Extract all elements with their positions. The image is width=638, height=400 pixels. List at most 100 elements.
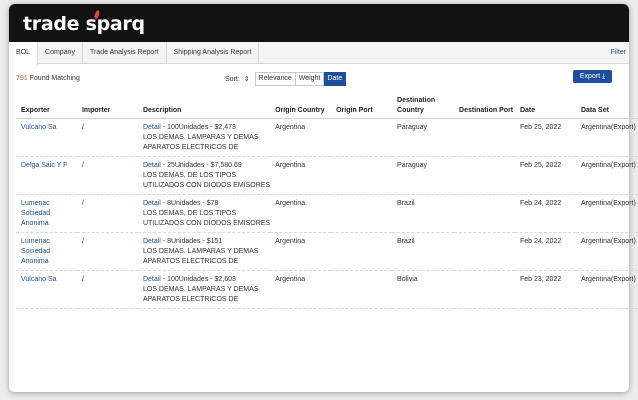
importer-cell: /	[76, 118, 138, 157]
description-cell: Detail - 100Unidades - $2,603 LOS DEMAS.…	[137, 270, 271, 309]
header-destination-country[interactable]: Destination Country	[392, 92, 455, 119]
shipment-summary: - 100Unidades - $2,473	[160, 123, 236, 131]
destination-country-cell: Brazil	[392, 194, 455, 233]
date-cell: Feb 24, 2022	[514, 194, 576, 233]
date-cell: Feb 23, 2022	[514, 270, 576, 309]
origin-country-cell: Argentina	[270, 194, 332, 233]
description-line-1: LOS DEMAS. LAMPARAS Y DEMAS	[142, 247, 259, 255]
date-cell: Feb 24, 2022	[514, 232, 576, 271]
header-description[interactable]: Description	[137, 92, 271, 119]
detail-link[interactable]: Detail	[143, 238, 161, 245]
description-cell: Detail - 8Unidades - $151 LOS DEMAS. LAM…	[137, 232, 271, 271]
description-line-2: APARATOS ELECTRICOS DE	[142, 143, 239, 151]
destination-port-cell	[454, 118, 515, 157]
origin-country-cell: Argentina	[270, 118, 332, 157]
description-line-1: LOS DEMAS. LAMPARAS Y DEMAS	[142, 133, 259, 141]
origin-port-cell	[331, 156, 393, 195]
description-line-2: UTILIZADOS CON DIODOS EMISORES	[142, 219, 271, 227]
shipment-summary: - 100Unidades - $2,603	[160, 275, 236, 283]
detail-link[interactable]: Detail	[143, 200, 161, 207]
origin-port-cell	[331, 232, 393, 271]
shipment-summary: - 8Unidades - $78	[160, 199, 219, 207]
origin-port-cell	[331, 270, 393, 309]
origin-port-cell	[331, 194, 393, 233]
description-cell: Detail - 8Unidades - $78 LOS DEMAS, DE L…	[137, 194, 271, 233]
description-line-1: LOS DEMAS. LAMPARAS Y DEMAS	[142, 285, 259, 293]
detail-link[interactable]: Detail	[143, 276, 161, 283]
destination-country-cell: Paraguay	[392, 156, 455, 195]
detail-link[interactable]: Detail	[143, 162, 161, 169]
results-count: 791 Found Matching	[16, 75, 80, 82]
destination-country-cell: Paraguay	[392, 118, 455, 157]
results-toolbar: 791 Found Matching Sort: ⇕ Relevance Wei…	[9, 70, 629, 92]
table-row: Lumenac Sociedad Anonima / Detail - 8Uni…	[16, 194, 638, 233]
results-count-number: 791	[16, 75, 28, 82]
header-data-set[interactable]: Data Set	[575, 92, 638, 119]
description-line-2: UTILIZADOS CON DIODOS EMISORES	[142, 181, 271, 189]
results-count-label: Found Matching	[29, 75, 80, 82]
description-line-1: LOS DEMAS, DE LOS TIPOS	[142, 209, 237, 217]
exporter-link[interactable]: Lumenac Sociedad Anonima	[21, 238, 50, 265]
importer-cell: /	[76, 270, 138, 309]
table-row: Vulcano Sa / Detail - 100Unidades - $2,4…	[16, 118, 638, 157]
sort-relevance-button[interactable]: Relevance	[254, 72, 296, 86]
date-cell: Feb 25, 2022	[514, 118, 576, 157]
header-destination-port[interactable]: Destination Port	[454, 92, 515, 119]
sort-label: Sort:	[225, 75, 240, 83]
sort-arrows-icon[interactable]: ⇕	[244, 75, 250, 83]
tab-bol[interactable]: BOL	[9, 42, 39, 65]
origin-country-cell: Argentina	[270, 156, 332, 195]
importer-cell: /	[76, 232, 138, 271]
dataset-cell: Argentina(Export)	[575, 156, 638, 195]
logo-text: trade sparq	[23, 13, 145, 35]
dataset-cell: Argentina(Export)	[575, 118, 638, 157]
table-row: Vulcano Sa / Detail - 100Unidades - $2,6…	[16, 270, 638, 309]
table-row: Lumenac Sociedad Anonima / Detail - 8Uni…	[16, 232, 638, 271]
dataset-cell: Argentina(Export)	[575, 194, 638, 233]
destination-country-cell: Bolivia	[392, 270, 455, 309]
date-cell: Feb 25, 2022	[514, 156, 576, 195]
destination-port-cell	[454, 232, 515, 271]
shipment-summary: - 8Unidades - $151	[160, 237, 223, 245]
shipment-summary: - 25Unidades - $7,580.69	[160, 161, 242, 169]
header-origin-country[interactable]: Origin Country	[270, 92, 332, 119]
tab-trade-analysis-report[interactable]: Trade Analysis Report	[83, 42, 167, 63]
origin-country-cell: Argentina	[270, 232, 332, 271]
dataset-cell: Argentina(Export)	[575, 232, 638, 271]
dataset-cell: Argentina(Export)	[575, 270, 638, 309]
destination-port-cell	[454, 194, 515, 233]
export-button-label: Export	[579, 73, 601, 80]
exporter-link[interactable]: Lumenac Sociedad Anonima	[21, 200, 50, 227]
header-exporter[interactable]: Exporter	[16, 92, 77, 119]
table-header-row: Exporter Importer Description Origin Cou…	[16, 92, 638, 119]
download-icon: ⤓	[602, 73, 606, 80]
tab-bar: BOL Company Trade Analysis Report Shippi…	[9, 42, 629, 65]
sort-date-button[interactable]: Date	[324, 72, 347, 86]
tradesparq-logo[interactable]: trade sparq	[23, 9, 145, 35]
description-line-1: LOS DEMAS, DE LOS TIPOS	[142, 171, 237, 179]
filter-link[interactable]: Filter	[610, 42, 626, 63]
destination-port-cell	[454, 270, 515, 309]
exporter-link[interactable]: Vulcano Sa	[21, 276, 57, 283]
exporter-link[interactable]: Delga Saic Y F	[21, 162, 67, 169]
exporter-link[interactable]: Vulcano Sa	[21, 124, 57, 131]
importer-cell: /	[76, 156, 138, 195]
sort-control: Sort: ⇕ Relevance Weight Date	[225, 72, 347, 86]
description-line-2: APARATOS ELECTRICOS DE	[142, 295, 239, 303]
header-date[interactable]: Date	[514, 92, 576, 119]
destination-country-cell: Brazil	[392, 232, 455, 271]
tab-company[interactable]: Company	[38, 42, 83, 63]
tab-shipping-analysis-report[interactable]: Shipping Analysis Report	[167, 42, 260, 63]
export-button[interactable]: Export ⤓	[573, 70, 612, 83]
top-bar: trade sparq	[9, 4, 629, 42]
description-line-2: APARATOS ELECTRICOS DE	[142, 257, 239, 265]
destination-port-cell	[454, 156, 515, 195]
sort-weight-button[interactable]: Weight	[295, 72, 325, 86]
header-importer[interactable]: Importer	[76, 92, 138, 119]
description-cell: Detail - 25Unidades - $7,580.69 LOS DEMA…	[137, 156, 271, 195]
description-cell: Detail - 100Unidades - $2,473 LOS DEMAS.…	[137, 118, 271, 157]
origin-country-cell: Argentina	[270, 270, 332, 309]
detail-link[interactable]: Detail	[143, 124, 161, 131]
origin-port-cell	[331, 118, 393, 157]
header-origin-port[interactable]: Origin Port	[331, 92, 393, 119]
